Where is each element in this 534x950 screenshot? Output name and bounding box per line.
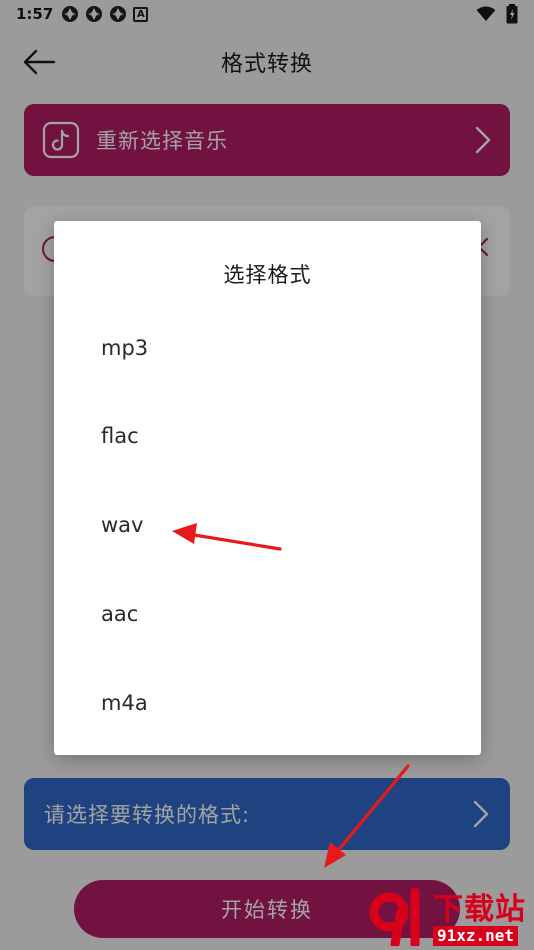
dialog-title: 选择格式: [223, 263, 312, 287]
format-option-mp3[interactable]: mp3: [54, 318, 481, 378]
format-option-label: mp3: [101, 336, 149, 360]
watermark-text: 下载站 91xz.net: [433, 894, 526, 946]
format-option-wav[interactable]: wav: [54, 495, 481, 555]
watermark-brand: 下载站: [433, 892, 526, 927]
watermark: 下载站 91xz.net: [365, 884, 526, 946]
watermark-url: 91xz.net: [433, 926, 519, 946]
format-option-label: wav: [101, 513, 144, 537]
format-option-aac[interactable]: aac: [54, 584, 481, 644]
format-option-flac[interactable]: flac: [54, 406, 481, 466]
format-option-m4a[interactable]: m4a: [54, 673, 481, 733]
format-option-label: m4a: [101, 691, 148, 715]
format-option-label: flac: [101, 424, 139, 448]
format-option-label: aac: [101, 602, 139, 626]
format-dialog: 选择格式 mp3 flac wav aac m4a: [54, 221, 481, 755]
watermark-logo-icon: [369, 887, 420, 946]
